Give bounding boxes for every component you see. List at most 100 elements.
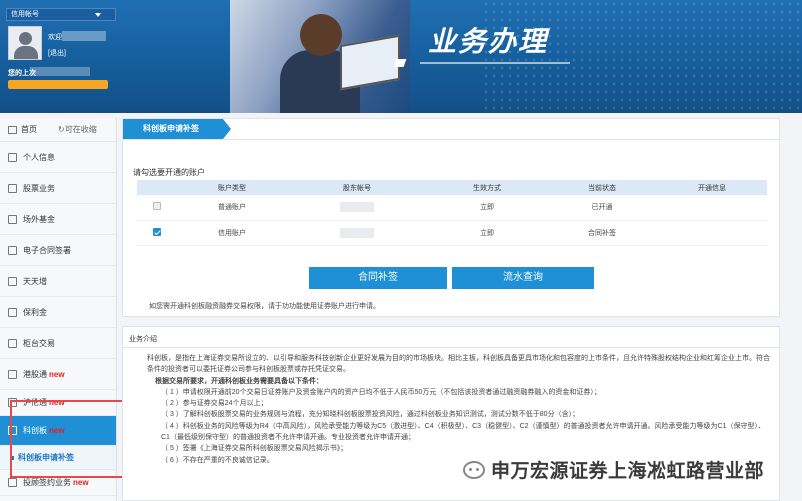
table-row: 信用账户 立即 合同补签 [137,220,767,246]
sidebar-item-hk-connect[interactable]: 港股通 new [0,359,116,390]
intro-divider [123,347,779,348]
credit-note: 如您需开通科创板融资融券交易权限，请于功功能使用证券账户进行申请。 [149,303,380,310]
sidebar-item-label: 个人信息 [23,152,55,162]
sidebar-top: 首页 ↻可在收缩 [0,118,116,142]
col-shareholder-account: 股东帐号 [287,180,427,195]
col-account-type: 账户类型 [177,180,287,195]
col-check [137,180,177,195]
title-underline [420,62,570,64]
cell-account-type: 信用账户 [177,220,287,246]
account-prompt: 请勾选要开通的账户 [133,168,205,177]
sidebar-item-label: 柜台交易 [23,338,55,348]
contract-sign-button[interactable]: 合同补签 [309,267,447,289]
sidebar-item-personal-info[interactable]: 个人信息 [0,142,116,173]
collapse-toggle[interactable]: ↻可在收缩 [58,124,97,135]
progress-bar [8,80,108,89]
new-badge: new [73,478,89,487]
sign-card: 科创板申请补签 请勾选要开通的账户 账户类型 股东帐号 生效方式 当前状态 开通… [122,118,780,317]
sidebar-item-label: 沪伦通 [23,398,47,407]
sidebar-item-label: 股票业务 [23,183,55,193]
intro-body: 科创板，是指在上海证券交易所设立的、以引导和服务科技创新企业更好发展为目的的市场… [133,353,773,466]
shareholder-account-redacted [340,227,374,238]
sidebar-item-advisory[interactable]: 投顾签约业务 new [0,470,116,496]
last-login-redacted [30,67,90,76]
hk-icon [8,369,17,379]
sidebar: 首页 ↻可在收缩 个人信息 股票业务 场外基金 电子合同签署 天天增 保利金 柜… [0,118,117,501]
new-badge: new [49,426,65,435]
sidebar-item-label: 保利金 [23,307,47,317]
home-icon [8,125,17,134]
sidebar-item-label: 场外基金 [23,214,55,224]
watermark: 申万宏源证券上海凇虹路营业部 [463,456,764,483]
cell-info [657,195,767,221]
col-open-info: 开通信息 [657,180,767,195]
chevron-down-icon [95,13,101,17]
fund-icon [8,214,17,224]
sidebar-item-e-contract[interactable]: 电子合同签署 [0,235,116,266]
sidebar-item-home[interactable]: 首页 [0,124,58,135]
wechat-icon [463,460,485,479]
sidebar-item-star-market[interactable]: 科创板 new [0,416,116,446]
condition-item: （ 2 ）参与证券交易24个月以上； [161,400,268,408]
intro-paragraph: 科创板，是指在上海证券交易所设立的、以引导和服务科技创新企业更好发展为目的的市场… [147,355,770,374]
sidebar-item-baolijin[interactable]: 保利金 [0,297,116,328]
sidebar-item-label: 电子合同签署 [23,245,71,255]
new-badge: new [49,369,65,379]
row-checkbox[interactable] [153,202,161,211]
tab-divider [123,139,779,140]
sidebar-item-tiantianzeng[interactable]: 天天增 [0,266,116,297]
username-redacted [62,31,106,41]
sidebar-item-label: 港股通 [23,369,47,379]
sidebar-item-london-connect[interactable]: 沪伦通 new [0,390,116,416]
table-row: 普通账户 立即 已开通 [137,195,767,221]
welcome-text: 欢迎 [48,34,62,41]
condition-item: （ 4 ）科创板业务的风险等级为R4（中高风险），风险承受能力等级为C5（激进型… [161,422,765,442]
watermark-text: 申万宏源证券上海凇虹路营业部 [491,460,765,482]
cell-effect: 立即 [427,195,547,221]
flow-query-button[interactable]: 流水查询 [452,267,594,289]
collapse-label: 可在收缩 [64,125,97,134]
account-select[interactable]: 信用帐号 [6,8,116,21]
logout-link[interactable]: [退出] [48,48,66,58]
star-market-icon [8,426,17,435]
sidebar-item-otc-fund[interactable]: 场外基金 [0,204,116,235]
header: 业务办理 信用帐号 欢迎 [退出] 您的上次 [0,0,802,113]
sidebar-item-label: 科创板 [23,426,47,435]
coin-icon [8,307,17,317]
home-label: 首页 [21,125,37,134]
sidebar-item-label: 投顾签约业务 [23,478,71,487]
london-icon [8,398,17,407]
account-select-label: 信用帐号 [11,11,39,18]
chart-icon [8,183,17,193]
cell-account-type: 普通账户 [177,195,287,221]
cell-status: 已开通 [547,195,657,221]
wallet-icon [8,276,17,286]
accounts-table: 账户类型 股东帐号 生效方式 当前状态 开通信息 普通账户 立即 已开通 信用账… [137,180,767,246]
user-icon [8,152,17,162]
table-header-row: 账户类型 股东帐号 生效方式 当前状态 开通信息 [137,180,767,195]
condition-item: （ 3 ）了解科创板股票交易的业务规则与流程，充分知晓科创板股票投资风险，通过科… [161,411,580,419]
cell-effect: 立即 [427,220,547,246]
cell-status: 合同补签 [547,220,657,246]
page-title: 业务办理 [428,26,549,57]
header-banner-photo [230,0,410,113]
advisory-icon [8,478,17,487]
col-status: 当前状态 [547,180,657,195]
cell-info [657,220,767,246]
sidebar-subitem-star-market-sign[interactable]: 科创板申请补签 [0,446,116,470]
avatar [8,26,42,60]
sidebar-item-stock[interactable]: 股票业务 [0,173,116,204]
new-badge: new [49,398,65,407]
tab-star-market-sign[interactable]: 科创板申请补签 [123,119,231,139]
refresh-icon: ↻ [58,125,65,134]
row-checkbox[interactable] [153,227,161,236]
col-effect-mode: 生效方式 [427,180,547,195]
counter-icon [8,338,17,348]
shareholder-account-redacted [340,202,374,213]
intro-title: 业务介绍 [129,336,157,343]
sidebar-item-counter-trading[interactable]: 柜台交易 [0,328,116,359]
condition-item: （ 5 ）签署《上海证券交易所科创板股票交易风险揭示书》； [161,445,348,453]
contract-icon [8,245,17,255]
condition-item: （ 1 ）申请权限开通前20个交易日证券账户及资金账户内的资产日均不低于人民币5… [161,388,601,396]
sidebar-item-label: 天天增 [23,276,47,286]
